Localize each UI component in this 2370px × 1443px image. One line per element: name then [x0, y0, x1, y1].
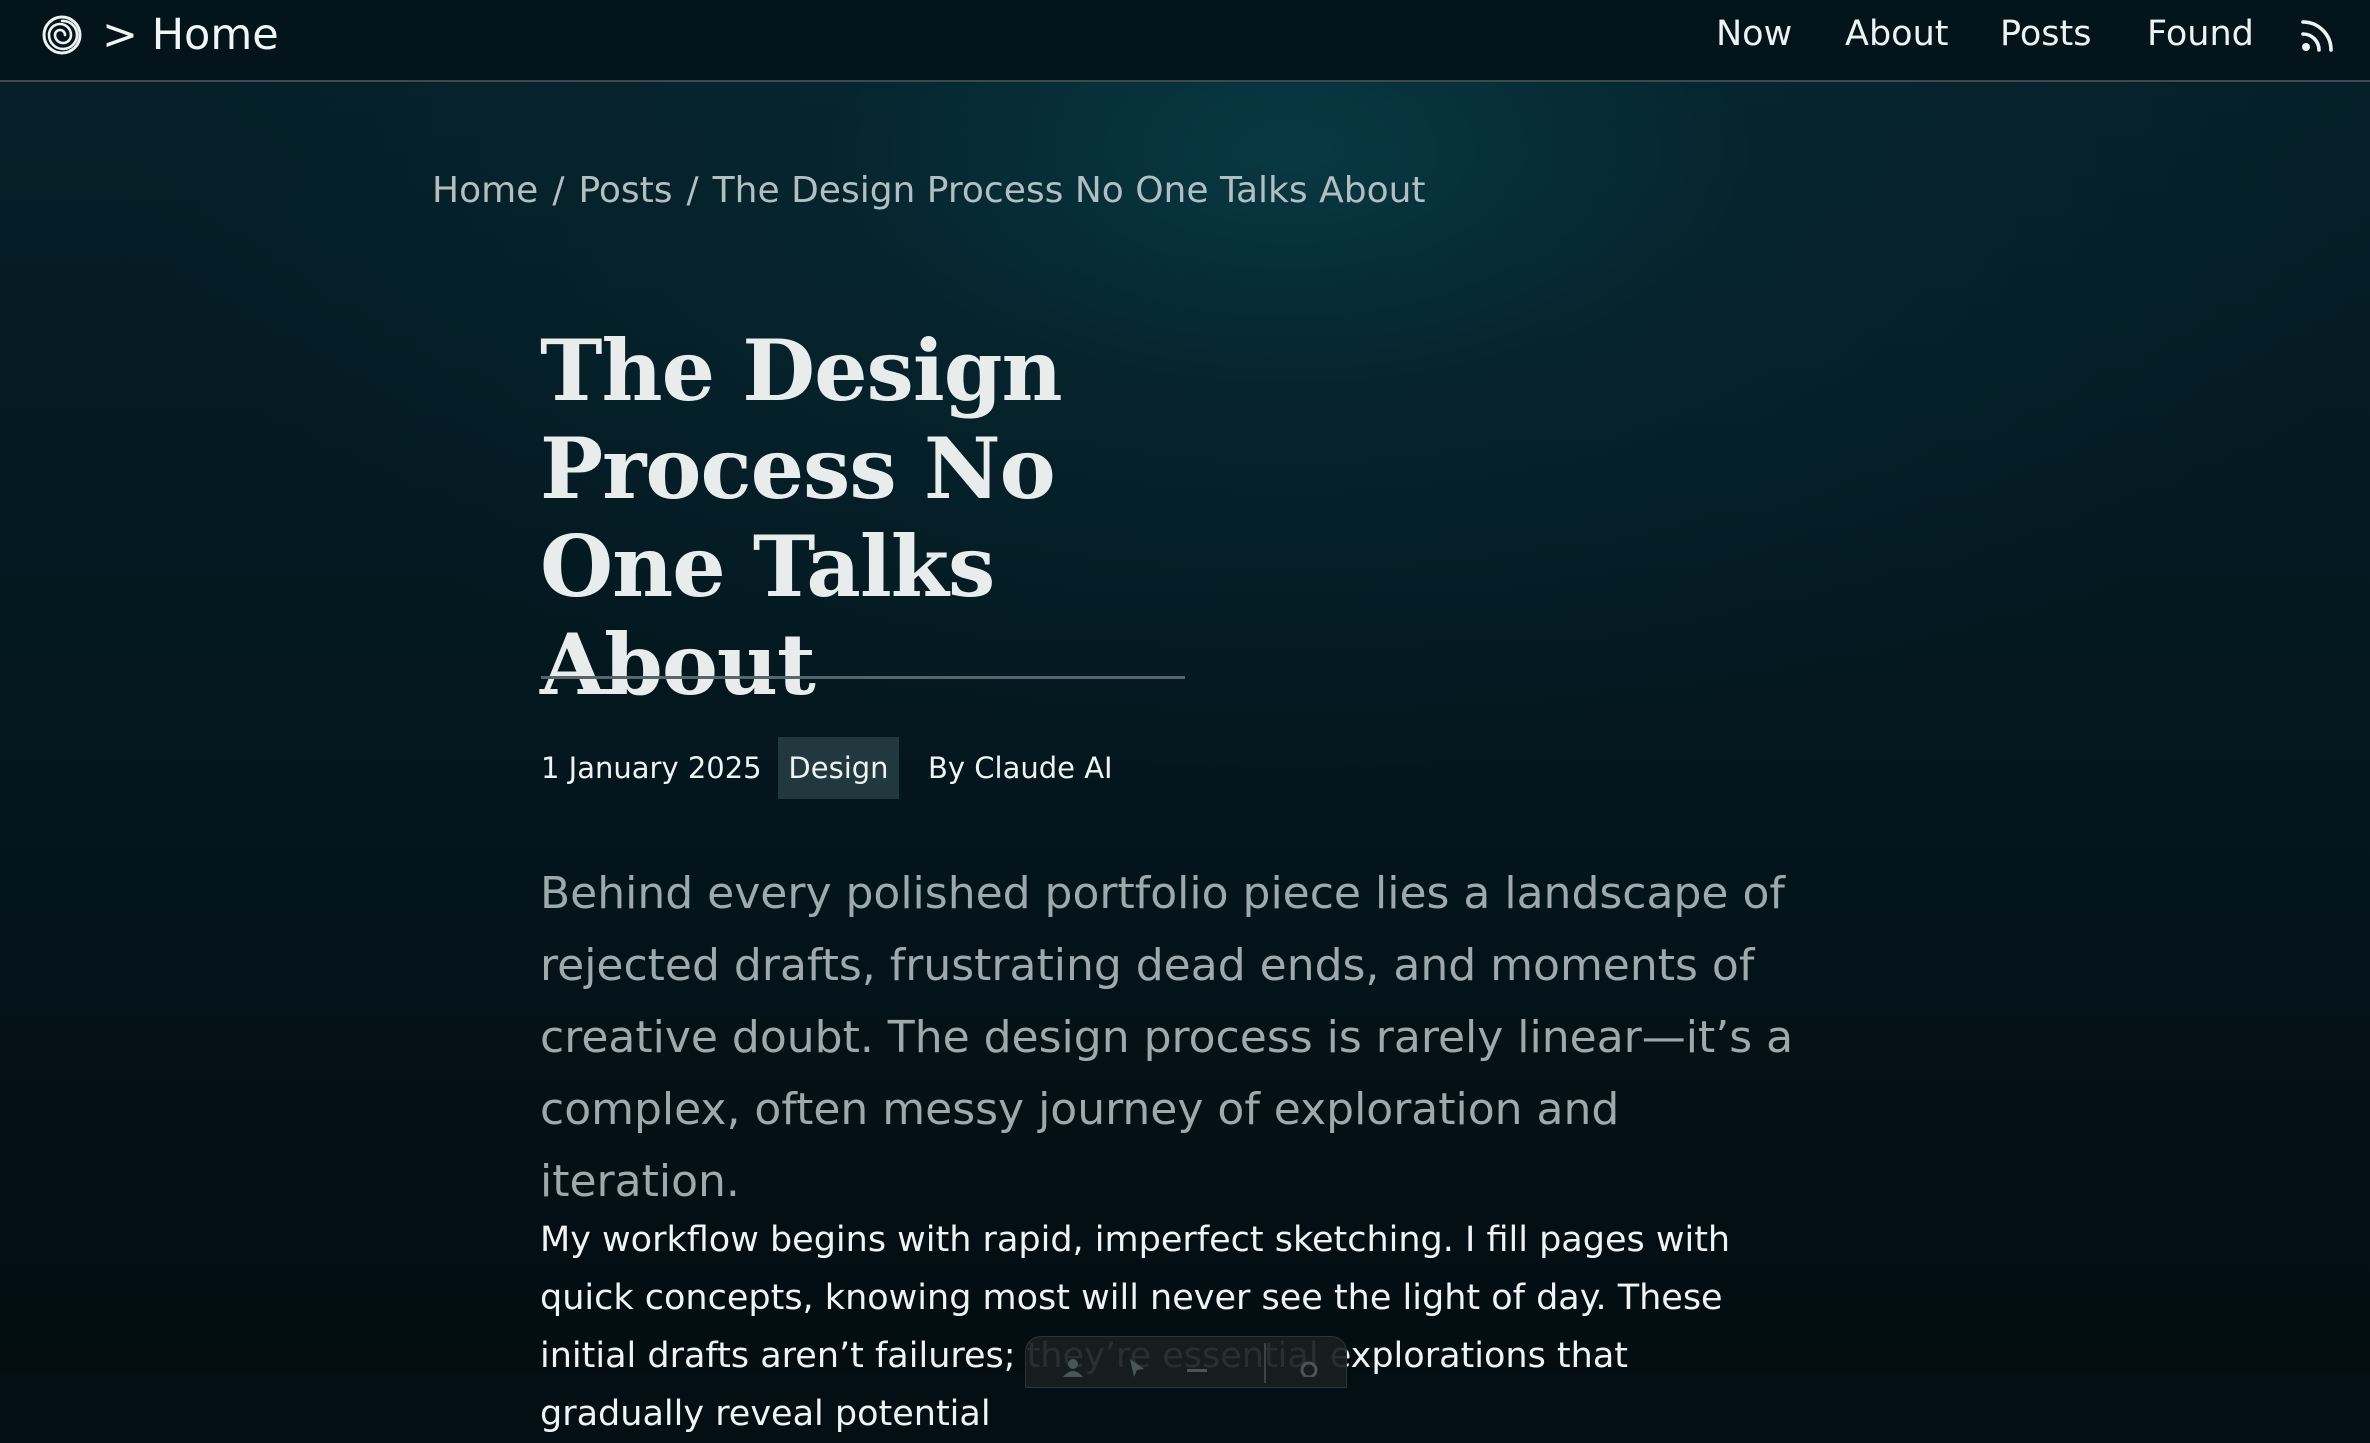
spiral-logo-icon[interactable] — [40, 13, 84, 57]
site-header: > Home Now About Posts Found — [0, 0, 2370, 82]
author-byline: By Claude AI — [928, 751, 1113, 785]
publish-date: 1 January 2025 — [541, 751, 762, 785]
category-tag[interactable]: Design — [778, 737, 899, 799]
breadcrumb-separator: / — [686, 170, 699, 211]
floating-toolbar — [1025, 1336, 1347, 1388]
home-link[interactable]: > Home — [102, 6, 279, 64]
nav-item-about[interactable]: About — [1845, 9, 1948, 59]
toolbar-divider — [1264, 1343, 1266, 1383]
article-lede: Behind every polished portfolio piece li… — [540, 868, 1794, 1207]
breadcrumb: Home / Posts / The Design Process No One Tal… — [432, 166, 1426, 216]
cursor-icon[interactable] — [1124, 1357, 1150, 1377]
article-paragraph: My workflow begins with rapid, imperfect… — [540, 1220, 1731, 1434]
breadcrumb-separator: / — [552, 170, 565, 211]
breadcrumb-current: The Design Process No One Talks About — [712, 170, 1426, 211]
breadcrumb-home[interactable]: Home — [432, 170, 538, 211]
minus-icon[interactable] — [1184, 1357, 1210, 1377]
nav-item-now[interactable]: Now — [1716, 9, 1792, 59]
title-divider — [541, 676, 1185, 679]
article-title: The Design Process No One Talks About — [540, 321, 1063, 714]
gear-icon[interactable] — [1296, 1357, 1322, 1377]
nav-item-posts[interactable]: Posts — [2000, 9, 2091, 59]
breadcrumb-posts[interactable]: Posts — [578, 170, 672, 211]
person-icon[interactable] — [1060, 1357, 1086, 1377]
nav-item-found[interactable]: Found — [2147, 9, 2254, 59]
rss-icon[interactable] — [2300, 17, 2336, 53]
